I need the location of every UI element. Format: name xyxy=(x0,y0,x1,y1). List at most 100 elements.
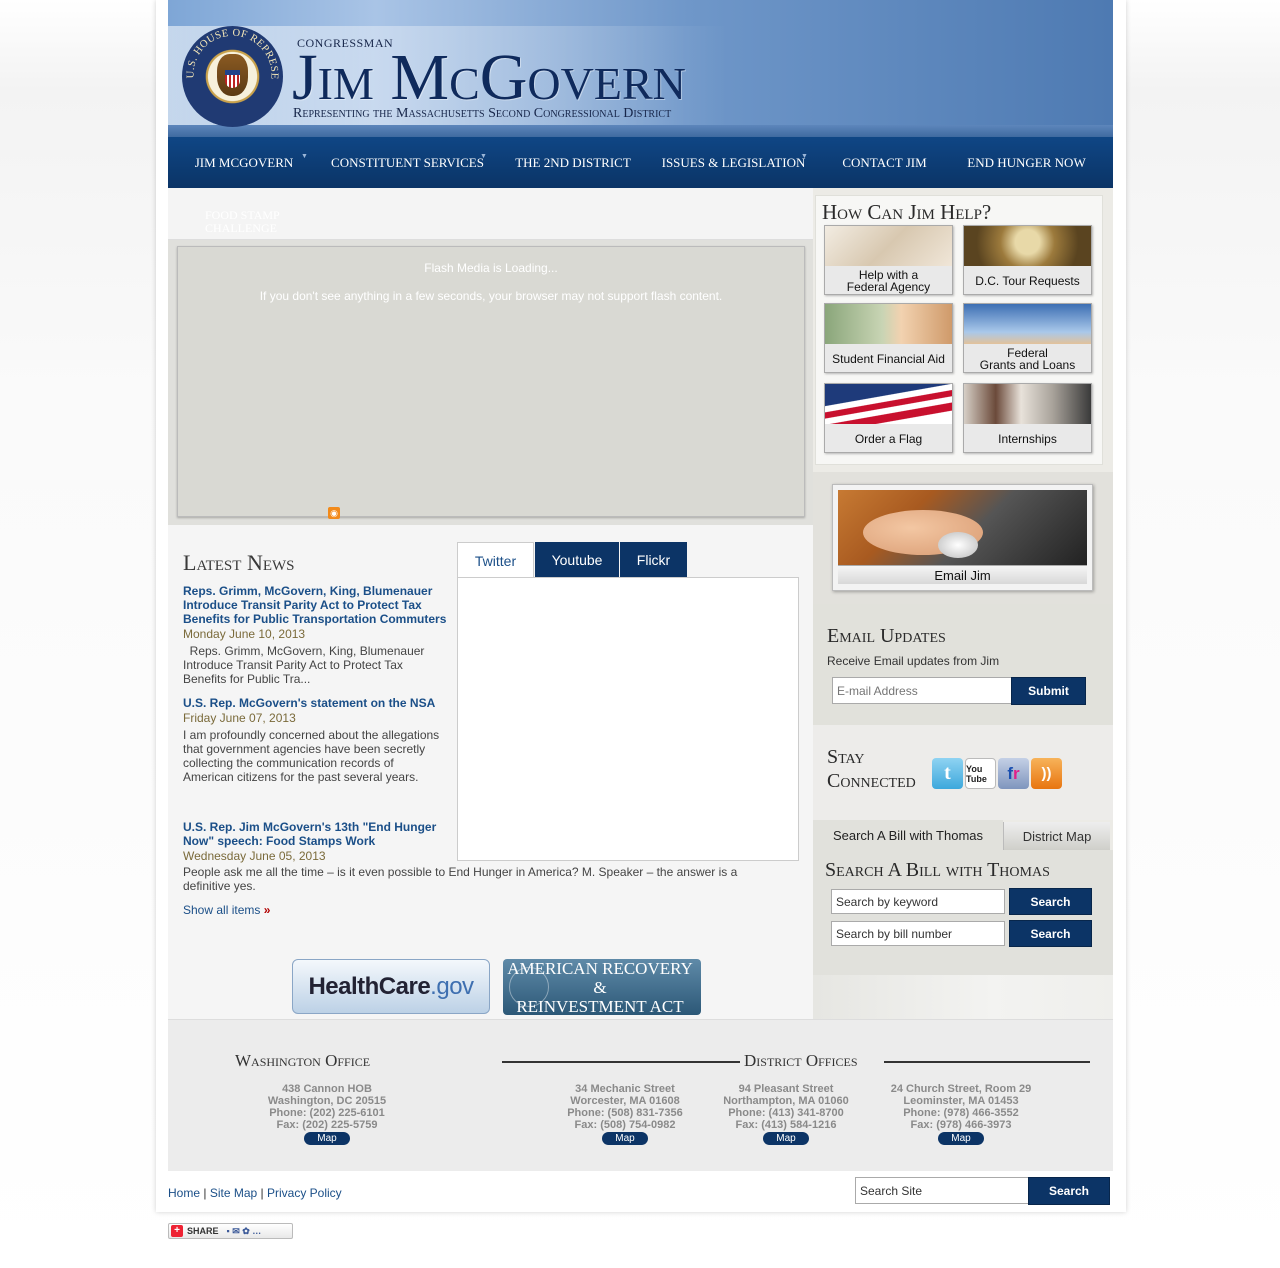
bill-number-input[interactable] xyxy=(831,921,1005,946)
rss-icon[interactable]: ◉ xyxy=(328,507,340,519)
address-line: Leominster, MA 01453 xyxy=(903,1095,1019,1107)
tab-youtube[interactable]: Youtube xyxy=(535,542,619,578)
address-line: Fax: (413) 584-1216 xyxy=(735,1119,837,1131)
recovery-act-logo[interactable]: AMERICAN RECOVERY & REINVESTMENT ACT xyxy=(503,959,701,1016)
tile-label: D.C. Tour Requests xyxy=(975,274,1080,288)
news-list: Reps. Grimm, McGovern, King, Blumenauer … xyxy=(183,584,448,794)
nav-item-2nd-district[interactable]: The 2nd District xyxy=(495,137,651,188)
address-line: Phone: (413) 341-8700 xyxy=(728,1107,844,1119)
site-search-button[interactable]: Search xyxy=(1028,1177,1110,1205)
food-stamp-challenge-link[interactable]: Food Stamp Challenge xyxy=(205,209,305,235)
tile-student-aid[interactable]: Student Financial Aid xyxy=(824,303,953,373)
map-button[interactable]: Map xyxy=(763,1132,809,1145)
tab-search-bill[interactable]: Search A Bill with Thomas xyxy=(813,820,1003,850)
tab-district-map[interactable]: District Map xyxy=(1003,822,1110,850)
nav-label: The 2nd District xyxy=(515,154,631,170)
bill-search-title: Search A Bill with Thomas xyxy=(825,859,1050,881)
divider-line xyxy=(884,1061,1090,1063)
tile-federal-grants[interactable]: Federal Grants and Loans xyxy=(963,303,1092,373)
nav-label: Constituent Services xyxy=(331,154,484,170)
address-line: 438 Cannon HOB xyxy=(282,1083,372,1095)
social-tab-panel xyxy=(457,577,799,861)
double-arrow-icon: » xyxy=(263,903,271,917)
news-headline-link[interactable]: U.S. Rep. McGovern's statement on the NS… xyxy=(183,696,453,710)
flash-loading-text: Flash Media is Loading... xyxy=(424,261,558,275)
rss-icon[interactable]: )) xyxy=(1031,758,1062,789)
tile-label-2: Federal Agency xyxy=(846,280,931,294)
email-address-input[interactable] xyxy=(832,677,1012,704)
privacy-policy-link[interactable]: Privacy Policy xyxy=(267,1186,342,1200)
nav-label: Jim McGovern xyxy=(194,154,294,170)
district-offices-title: District Offices xyxy=(744,1051,858,1070)
stay-connected-title: Stay Connected xyxy=(827,745,916,793)
nav-label: Issues & Legislation xyxy=(661,154,806,170)
nav-item-constituent-services[interactable]: Constituent Services ▼ xyxy=(320,137,495,188)
healthcare-gov-logo[interactable]: HealthCare.gov xyxy=(292,959,490,1014)
map-button[interactable]: Map xyxy=(938,1132,984,1145)
stay-line1: Stay xyxy=(827,746,865,768)
news-item: Reps. Grimm, McGovern, King, Blumenauer … xyxy=(183,584,448,686)
keyword-search-input[interactable] xyxy=(831,889,1005,914)
map-button[interactable]: Map xyxy=(304,1132,350,1145)
shield-icon xyxy=(225,70,240,88)
dropdown-arrow-icon: ▼ xyxy=(801,152,808,160)
help-title: How Can Jim Help? xyxy=(822,200,992,224)
keyword-search-button[interactable]: Search xyxy=(1009,888,1092,915)
tab-flickr[interactable]: Flickr xyxy=(620,542,687,578)
email-jim-button[interactable]: Email Jim xyxy=(832,484,1093,591)
news-headline-link[interactable]: U.S. Rep. Jim McGovern's 13th "End Hunge… xyxy=(183,820,448,848)
flash-media-area[interactable]: Flash Media is Loading... If you don't s… xyxy=(177,246,805,517)
twitter-icon[interactable]: t xyxy=(932,758,963,789)
address-line: Worcester, MA 01608 xyxy=(570,1095,680,1107)
flickr-icon-r: r xyxy=(1013,763,1020,783)
news-summary: People ask me all the time – is it even … xyxy=(183,865,738,893)
dropdown-arrow-icon: ▼ xyxy=(480,152,487,160)
bill-number-search-button[interactable]: Search xyxy=(1009,920,1092,947)
bottom-links: Home | Site Map | Privacy Policy xyxy=(168,1186,342,1200)
mouse-icon xyxy=(938,532,978,558)
site-header: U.S. HOUSE OF REPRESENTATIVES CONGRESSMA… xyxy=(168,0,1113,137)
social-tabs: Twitter Youtube Flickr xyxy=(457,542,687,578)
tile-internships[interactable]: Internships xyxy=(963,383,1092,453)
healthcare-logo-domain: .gov xyxy=(430,972,474,1000)
tile-label: Internships xyxy=(998,432,1057,446)
show-all-items-link[interactable]: Show all items » xyxy=(183,903,270,917)
tile-label-2: Grants and Loans xyxy=(979,358,1076,372)
news-headline-link[interactable]: Reps. Grimm, McGovern, King, Blumenauer … xyxy=(183,584,448,626)
handshake-icon xyxy=(964,304,1091,344)
share-button[interactable]: + SHARE ▪ ✉ ✿ … xyxy=(168,1223,293,1239)
intern-photo-icon xyxy=(964,384,1091,424)
site-title[interactable]: Jim McGovern xyxy=(292,43,686,113)
address-line: Phone: (508) 831-7356 xyxy=(567,1107,683,1119)
nav-item-jim-mcgovern[interactable]: Jim McGovern ▼ xyxy=(168,137,320,188)
nav-item-contact-jim[interactable]: Contact Jim xyxy=(816,137,953,188)
address-line: Fax: (202) 225-5759 xyxy=(276,1119,378,1131)
email-updates-title: Email Updates xyxy=(827,625,946,647)
news-summary: Reps. Grimm, McGovern, King, Blumenauer … xyxy=(183,644,428,686)
site-tagline: Representing the Massachusetts Second Co… xyxy=(293,106,672,121)
money-student-icon xyxy=(825,304,952,344)
flickr-icon[interactable]: fr xyxy=(998,758,1029,789)
house-seal-icon[interactable]: U.S. HOUSE OF REPRESENTATIVES xyxy=(182,26,283,127)
healthcare-logo-text: HealthCare xyxy=(308,972,431,1000)
submit-button[interactable]: Submit xyxy=(1011,677,1086,705)
tile-order-flag[interactable]: Order a Flag xyxy=(824,383,953,453)
plus-icon: + xyxy=(171,1225,183,1237)
site-map-link[interactable]: Site Map xyxy=(210,1186,257,1200)
email-updates-subtitle: Receive Email updates from Jim xyxy=(827,654,1000,668)
map-button[interactable]: Map xyxy=(602,1132,648,1145)
tile-dc-tour[interactable]: D.C. Tour Requests xyxy=(963,225,1092,295)
keyboard-mouse-photo-icon xyxy=(838,490,1087,565)
home-link[interactable]: Home xyxy=(168,1186,200,1200)
tab-twitter[interactable]: Twitter xyxy=(457,542,534,578)
documents-photo-icon xyxy=(825,226,952,266)
site-search-input[interactable] xyxy=(855,1177,1029,1204)
district-office-northampton: 94 Pleasant Street Northampton, MA 01060… xyxy=(706,1083,866,1145)
tile-label: Order a Flag xyxy=(854,432,923,446)
nav-item-end-hunger-now[interactable]: End Hunger Now xyxy=(953,137,1100,188)
tile-federal-agency[interactable]: Help with a Federal Agency xyxy=(824,225,953,295)
social-mini-icons: ▪ ✉ ✿ … xyxy=(226,1225,262,1236)
address-line: Northampton, MA 01060 xyxy=(723,1095,849,1107)
youtube-icon[interactable]: You Tube xyxy=(965,758,996,789)
nav-item-issues-legislation[interactable]: Issues & Legislation ▼ xyxy=(651,137,816,188)
